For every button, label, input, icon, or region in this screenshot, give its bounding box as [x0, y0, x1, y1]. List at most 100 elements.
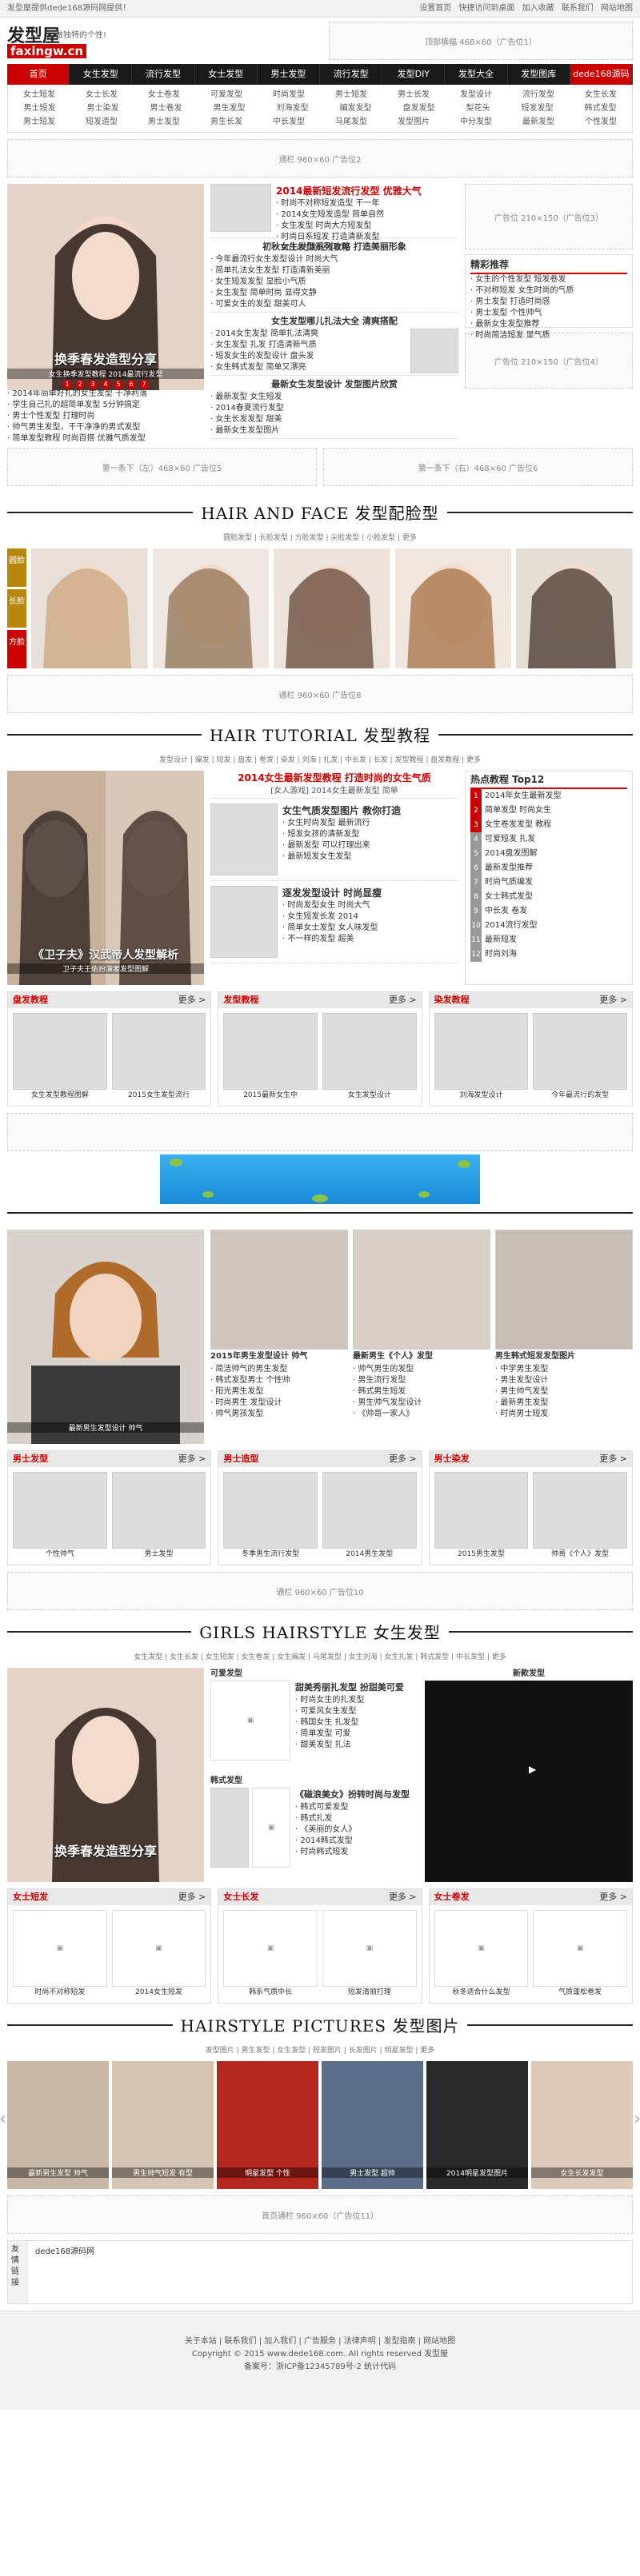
hot-item[interactable]: 3 女生卷发发型 教程 [470, 818, 627, 832]
headline-thumb[interactable] [210, 184, 271, 232]
subnav-link[interactable]: 女士卷发 [148, 88, 180, 102]
headline-title[interactable]: 2014最新短发流行发型 优雅大气 [276, 184, 458, 198]
subnav-link[interactable]: 中分发型 [460, 115, 492, 129]
girls-focus[interactable]: 换季春发造型分享 [7, 1668, 204, 1882]
hot-item[interactable]: 1 2014年女生最新发型 [470, 789, 627, 804]
card-caption[interactable]: 今年最流行的发型 [533, 1090, 627, 1101]
more-link[interactable]: 更多 > [178, 1889, 206, 1905]
gallery-photo[interactable]: 明星发型 个性 [217, 2061, 318, 2189]
section-tags[interactable]: 发型设计 | 编发 | 短发 | 盘发 | 卷发 | 染发 | 刘海 | 扎发 … [7, 755, 633, 766]
tutorial-block-title[interactable]: 逐发发型设计 时尚显瘦 [282, 886, 458, 900]
nav-item[interactable]: 流行发型 [132, 64, 195, 85]
card-title[interactable]: 男士染发 [434, 1451, 470, 1467]
hot-item[interactable]: 12 时尚刘海 [470, 947, 627, 962]
banner-ad[interactable]: 通栏 960×60 广告位10 [7, 1572, 633, 1610]
card-title[interactable]: 盘发教程 [13, 992, 48, 1008]
men-photo[interactable] [210, 1230, 348, 1350]
nav-item[interactable]: 首页 [7, 64, 70, 85]
image-placeholder[interactable]: ▣ [533, 1910, 627, 1987]
ad-left[interactable]: 第一条下（左）468×60 广告位5 [7, 448, 317, 486]
list-item[interactable]: · 韩国女生 扎发型 [295, 1717, 418, 1729]
banner-ad[interactable]: 首页通栏 960×60（广告位11） [7, 2195, 633, 2234]
card-title[interactable]: 男士造型 [223, 1451, 258, 1467]
subnav-link[interactable]: 韩式发型 [585, 102, 617, 115]
list-item[interactable]: · 不对称短发 女生时尚的气质 [470, 285, 627, 297]
face-photo[interactable] [274, 548, 390, 668]
image-placeholder[interactable]: ▣ [322, 1910, 417, 1987]
subnav-link[interactable]: 男士短发 [335, 88, 367, 102]
slide-dot[interactable]: 2 [75, 380, 85, 389]
card-title[interactable]: 男士发型 [13, 1451, 48, 1467]
list-item[interactable]: · 《美丽的女人》 [295, 1824, 418, 1836]
more-link[interactable]: 更多 > [599, 1889, 627, 1905]
list-item[interactable]: · 简单女士发型 女人味发型 [282, 923, 458, 934]
subnav-link[interactable]: 可爱发型 [210, 88, 242, 102]
card-caption[interactable]: 刘海发型设计 [434, 1090, 529, 1101]
card-thumb[interactable] [434, 1472, 529, 1549]
top-link[interactable]: 网站地图 [601, 4, 633, 13]
list-item[interactable]: · 女生短发长发 2014 [282, 911, 458, 923]
subnav-link[interactable]: 男生长发 [210, 115, 242, 129]
prev-arrow-icon[interactable]: ‹ [0, 2109, 6, 2129]
face-tag[interactable]: 长脸 [7, 589, 26, 628]
subnav-link[interactable]: 男士染发 [87, 102, 119, 115]
subnav-link[interactable]: 最新发型 [522, 115, 554, 129]
slide-dot[interactable]: 5 [114, 380, 123, 389]
list-item[interactable]: · 简单发型 可爱 [295, 1729, 418, 1740]
card-caption[interactable]: 2015最新女生中 [223, 1090, 318, 1101]
list-item[interactable]: · 韩式可爱发型 [295, 1802, 418, 1813]
nav-item[interactable]: 发型大全 [445, 64, 508, 85]
card-thumb[interactable] [223, 1472, 318, 1549]
image-placeholder[interactable]: ▣ [252, 1788, 290, 1868]
card-title[interactable]: 发型教程 [223, 992, 258, 1008]
ad-right[interactable]: 第一条下（右）468×60 广告位6 [323, 448, 633, 486]
list-item[interactable]: · 帅气男孩发型 [210, 1409, 348, 1420]
subnav-link[interactable]: 中长发型 [273, 115, 305, 129]
list-item[interactable]: · 女生发型 扎发 打造清新气质 [210, 340, 410, 351]
list-item[interactable]: · 简洁帅气的男生发型 [210, 1364, 348, 1375]
list-item[interactable]: · 不一样的发型 超美 [282, 934, 458, 945]
list-item[interactable]: · 时尚发型女生 时尚大气 [282, 900, 458, 911]
slide-dot[interactable]: 6 [126, 380, 136, 389]
face-photo[interactable] [152, 548, 270, 668]
news-title[interactable]: 女生发型哪儿扎法大全 清爽搭配 [210, 314, 458, 329]
top-link[interactable]: 快捷访问到桌面 [458, 4, 514, 13]
list-item[interactable]: · 男士发型 打造时尚感 [470, 297, 627, 308]
float-banner[interactable] [160, 1154, 480, 1204]
nav-item[interactable]: 流行发型 [320, 64, 383, 85]
list-item[interactable]: · 中学男生发型 [495, 1364, 633, 1375]
face-photo[interactable] [516, 548, 633, 668]
list-item[interactable]: · 时尚女生的扎发型 [295, 1695, 418, 1706]
top-link[interactable]: 联系我们 [562, 4, 594, 13]
slide-dot[interactable]: 1 [62, 380, 72, 389]
card-thumb[interactable] [533, 1472, 627, 1549]
list-item[interactable]: · 学生自己扎的超简单发型 5分钟搞定 [7, 400, 204, 411]
hot-item[interactable]: 7 时尚气质编发 [470, 875, 627, 890]
banner-ad[interactable] [7, 1113, 633, 1151]
face-photo[interactable] [31, 548, 148, 668]
news-thumb[interactable] [410, 329, 458, 373]
more-link[interactable]: 更多 > [389, 1451, 417, 1467]
gallery-photo[interactable]: 2014明星发型图片 [426, 2061, 528, 2189]
subnav-link[interactable]: 男士短发 [24, 102, 56, 115]
card-title[interactable]: 女士短发 [13, 1889, 48, 1905]
image-placeholder[interactable]: ▣ [210, 1681, 290, 1761]
men-title[interactable]: 最新男生《个人》发型 [353, 1350, 490, 1364]
top-link[interactable]: 设置首页 [419, 4, 451, 13]
card-thumb[interactable] [322, 1472, 417, 1549]
slide-dot[interactable]: 3 [88, 380, 98, 389]
card-caption[interactable]: 2014女生短发 [112, 1987, 206, 1998]
subnav-link[interactable]: 男士发型 [148, 115, 180, 129]
play-icon[interactable]: ▶ [529, 1764, 536, 1775]
hot-item[interactable]: 11 最新短发 [470, 933, 627, 947]
card-caption[interactable]: 秋冬适合什么发型 [434, 1987, 529, 1998]
image-placeholder[interactable]: ▣ [111, 1910, 206, 1987]
list-item[interactable]: · 2014女生短发造型 简单自然 [276, 209, 458, 221]
card-caption[interactable]: 个性帅气 [13, 1549, 107, 1560]
list-item[interactable]: · 2014韩式发型 [295, 1836, 418, 1847]
list-item[interactable]: · 时尚男生 发型设计 [210, 1398, 348, 1409]
list-item[interactable]: · 女生长发发型 甜美 [210, 414, 458, 425]
list-item[interactable]: · 女生发型 时尚大方短发型 [276, 221, 458, 232]
tutorial-thumb[interactable] [210, 804, 278, 875]
card-caption[interactable]: 气质蓬松卷发 [533, 1987, 627, 1998]
